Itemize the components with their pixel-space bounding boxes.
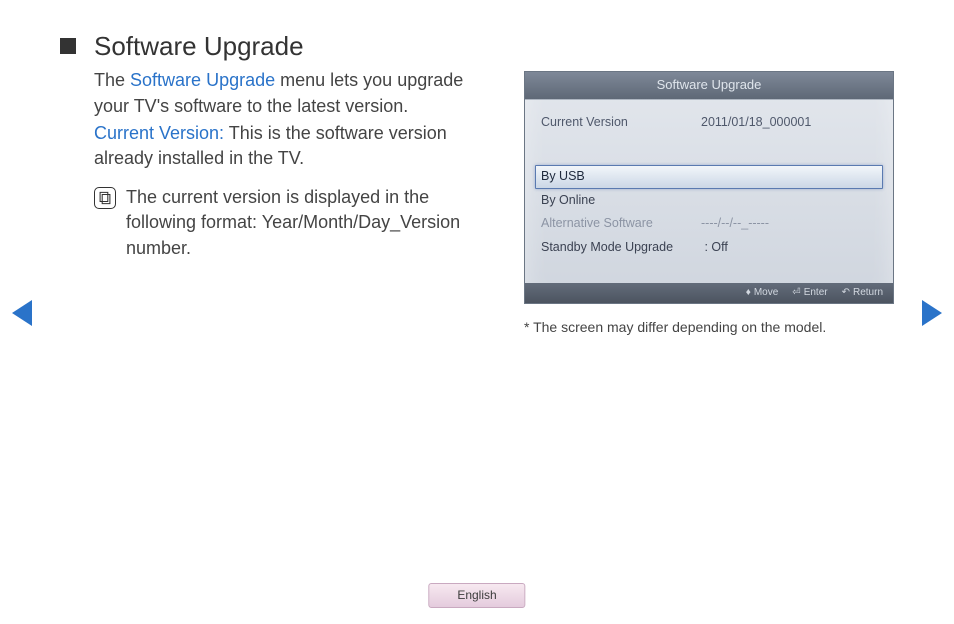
tv-item-by-online[interactable]: By Online [535,189,883,213]
note-text: The current version is displayed in the … [126,185,496,261]
tv-standby-label: Standby Mode Upgrade [541,239,701,257]
bullet-icon [60,38,76,54]
tv-menu-panel: Software Upgrade Current Version 2011/01… [524,71,894,304]
tv-alt-label: Alternative Software [541,215,701,233]
tv-item-standby[interactable]: Standby Mode Upgrade : Off [535,236,883,260]
tv-alt-value: ----/--/--_----- [701,215,769,233]
return-icon: ↶ [842,286,850,300]
updown-icon: ♦ [746,286,751,300]
intro-prefix: The [94,70,130,90]
description-column: The Software Upgrade menu lets you upgra… [60,68,496,337]
intro-link: Software Upgrade [130,70,275,90]
tv-footer-move: ♦Move [746,286,779,300]
tv-footer: ♦Move ⏎Enter ↶Return [525,283,893,303]
tv-footer-return: ↶Return [842,286,883,300]
tv-menu-title: Software Upgrade [525,72,893,99]
tv-item-alt-software: Alternative Software ----/--/--_----- [535,212,883,236]
tv-item-by-usb[interactable]: By USB [535,165,883,189]
enter-icon: ⏎ [792,286,800,300]
page-title: Software Upgrade [94,28,304,64]
note-icon [94,187,116,209]
cv-label: Current Version: [94,123,224,143]
tv-cv-value: 2011/01/18_000001 [701,114,877,132]
language-button[interactable]: English [428,583,525,608]
screen-note-prefix: * [524,319,533,335]
screen-note-text: The screen may differ depending on the m… [533,319,826,335]
tv-cv-label: Current Version [541,114,701,132]
intro-text: The Software Upgrade menu lets you upgra… [94,68,496,118]
screen-note: * The screen may differ depending on the… [524,318,894,338]
tv-standby-value: : Off [704,240,727,254]
next-page-arrow[interactable] [922,300,942,326]
prev-page-arrow[interactable] [12,300,32,326]
current-version-text: Current Version: This is the software ve… [94,121,496,171]
tv-current-version-row: Current Version 2011/01/18_000001 [535,110,883,136]
tv-footer-enter: ⏎Enter [792,286,827,300]
